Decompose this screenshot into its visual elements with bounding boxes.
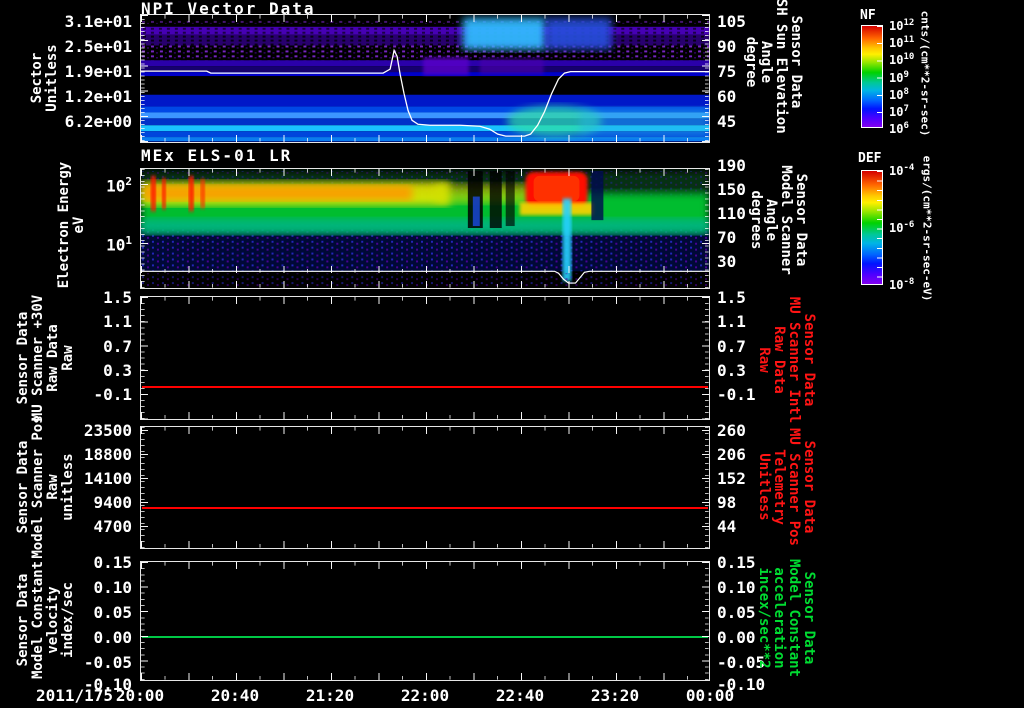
tick-exp: 11 (903, 35, 915, 45)
tick-base: 10 (889, 122, 904, 136)
colorbar-def (861, 170, 883, 285)
tick-base: 10 (889, 164, 904, 178)
tick-base: 10 (106, 176, 126, 196)
tick-base: 10 (889, 221, 904, 235)
x-ticks-top (141, 427, 709, 434)
x-ticks-top (141, 562, 709, 569)
constant-line-green (142, 636, 708, 638)
y-ticks-left (141, 15, 148, 142)
els-spectrogram-plot (140, 168, 710, 289)
plot-figure: NPI Vector Data MEx ELS-01 LR 3.1e+01 2.… (0, 0, 1024, 708)
tick-exp: 2 (125, 175, 132, 188)
tick-base: 10 (889, 88, 904, 102)
y-ticks-left (141, 427, 148, 548)
y-ticks-left (141, 562, 148, 680)
model-constant-velocity-plot (140, 561, 710, 681)
y-ticks-right (702, 15, 709, 142)
tick-base: 10 (889, 53, 904, 67)
axis-title-line: ergs/(cm**2-sr-sec-eV) (920, 155, 934, 302)
x-tick-label: 21:20 (305, 686, 355, 705)
panel2-title: MEx ELS-01 LR (141, 146, 293, 165)
tick-exp: -4 (903, 163, 915, 173)
x-tick-label: 23:20 (590, 686, 640, 705)
axis-title-line: velocity (45, 586, 61, 654)
colorbar-def-label: DEF (858, 151, 882, 166)
tick-exp: -6 (903, 220, 915, 230)
axis-title-line: Sector (29, 52, 45, 104)
y-ticks-left (141, 297, 148, 419)
x-ticks-bottom (141, 135, 709, 142)
tick-base: 10 (106, 235, 126, 255)
axis-title-line: Sensor Data (15, 573, 31, 667)
x-tick-label: 22:40 (495, 686, 545, 705)
tick-exp: -8 (903, 277, 915, 287)
axis-title-line: incex/sec**2 (756, 567, 772, 669)
y-ticks-right (702, 562, 709, 680)
tick-exp: 12 (903, 18, 915, 28)
x-ticks-bottom (141, 412, 709, 419)
colorbar-ticks (877, 171, 882, 284)
colorbar-nf (861, 25, 883, 128)
mu-scanner-30v-plot (140, 296, 710, 420)
tick-base: 10 (889, 105, 904, 119)
constant-line-red (142, 386, 708, 388)
tick-exp: 9 (903, 70, 909, 80)
colorbar-ticks (877, 26, 882, 127)
tick-exp: 7 (903, 104, 909, 114)
x-ticks-top (141, 297, 709, 304)
x-tick-label: 00:00 (685, 686, 735, 705)
tick-base: 10 (889, 36, 904, 50)
axis-title-line: acceleration (771, 567, 787, 669)
x-ticks-inner (141, 266, 709, 273)
x-tick-label: 20:40 (210, 686, 260, 705)
axis-title-line: Model Constant (30, 561, 46, 680)
tick-base: 10 (889, 71, 904, 85)
x-ticks-bottom (141, 281, 709, 288)
scanner-pos-plot (140, 426, 710, 549)
x-tick-label: 22:00 (400, 686, 450, 705)
colorbar-def-units: ergs/(cm**2-sr-sec-eV) (920, 119, 935, 339)
npi-heatmap (141, 15, 709, 142)
tick-exp: 6 (903, 121, 909, 131)
tick-exp: 8 (903, 87, 909, 97)
y-ticks-right (702, 427, 709, 548)
y-ticks-left (141, 169, 148, 288)
y-ticks-right (702, 297, 709, 419)
tick-exp: 1 (125, 234, 132, 247)
axis-title-right-velocity: Sensor Data Model Constant acceleration … (756, 508, 817, 708)
constant-line-red (142, 507, 708, 509)
x-ticks-bottom (141, 673, 709, 680)
axis-title-line: index/sec (60, 582, 76, 658)
axis-title-left-velocity: Sensor Data Model Constant velocity inde… (15, 490, 76, 708)
tick-exp: 10 (903, 52, 915, 62)
axis-title-line: Model Constant (786, 558, 802, 677)
x-ticks-top (141, 169, 709, 176)
colorbar-nf-label: NF (860, 8, 876, 23)
x-tick-label: 20:00 (115, 686, 165, 705)
axis-title-line: Sensor Data (801, 571, 817, 665)
npi-spectrogram-plot (140, 14, 710, 143)
y-ticks-right (702, 169, 709, 288)
x-ticks-top (141, 15, 709, 22)
tick-base: 10 (889, 278, 904, 292)
tick-base: 10 (889, 19, 904, 33)
x-ticks-bottom (141, 541, 709, 548)
